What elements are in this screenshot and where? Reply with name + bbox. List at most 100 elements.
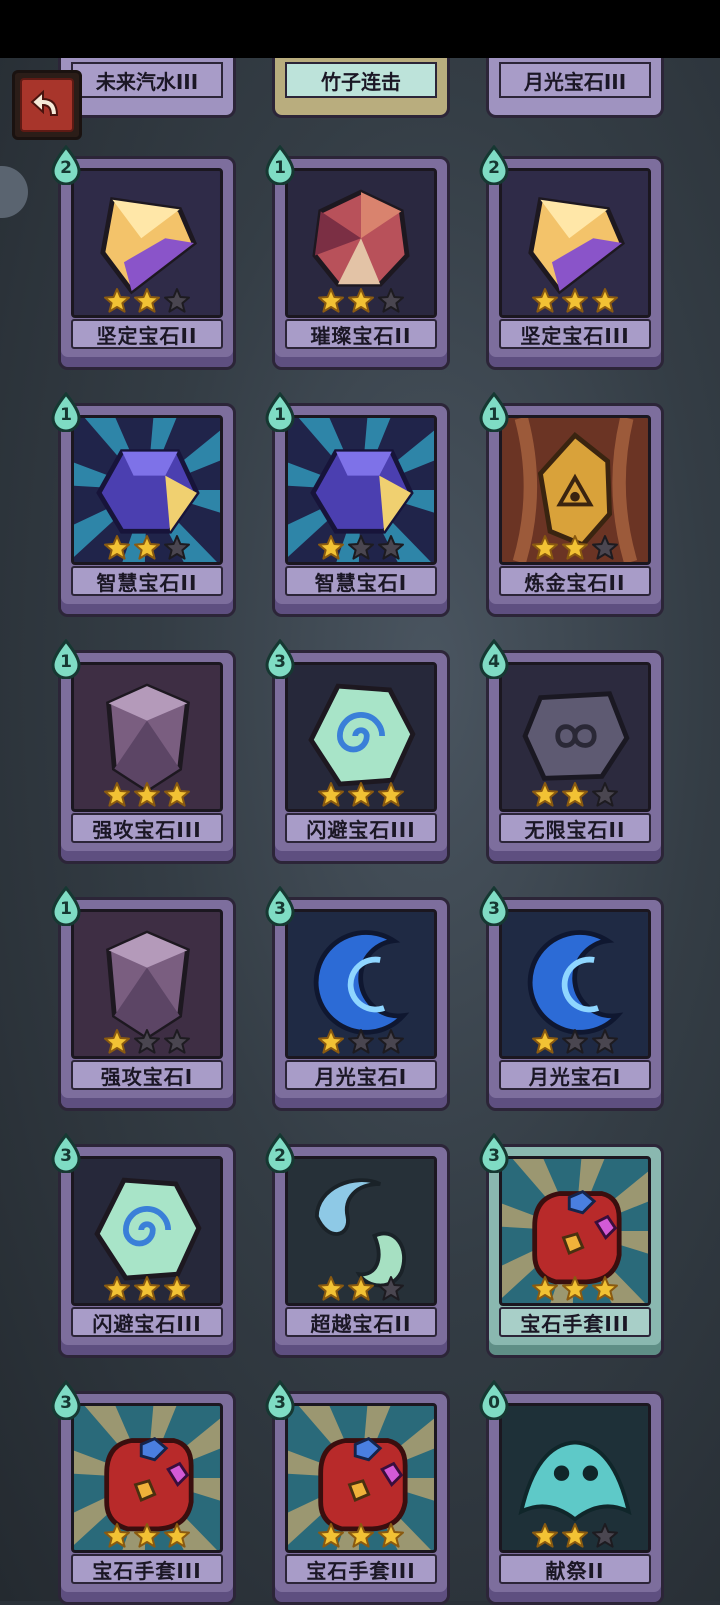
star-icon	[317, 287, 345, 315]
spirit-drop-icon: 1	[49, 638, 83, 680]
back-arrow-icon	[30, 89, 59, 116]
star-icon	[103, 287, 131, 315]
empty-star-icon	[163, 287, 191, 315]
star-rating	[99, 781, 195, 809]
star-icon	[377, 781, 405, 809]
cost-value: 0	[488, 1393, 500, 1413]
gem-card[interactable]: 月光宝石I 3	[479, 885, 664, 1111]
star-rating	[99, 1275, 195, 1303]
card-name: 献祭II	[499, 1554, 651, 1584]
star-rating	[527, 287, 623, 315]
gem-card[interactable]: 无限宝石II 4	[479, 638, 664, 864]
cost-value: 3	[488, 899, 500, 919]
cost-value: 3	[274, 652, 286, 672]
cost-value: 1	[60, 652, 72, 672]
star-icon	[561, 534, 589, 562]
cost-value: 1	[60, 405, 72, 425]
card-name: 超越宝石II	[285, 1307, 437, 1337]
cost-value: 1	[274, 405, 286, 425]
star-icon	[133, 781, 161, 809]
card-name: 强攻宝石III	[71, 813, 223, 843]
star-icon	[531, 534, 559, 562]
card-name: 强攻宝石I	[71, 1060, 223, 1090]
cost-value: 1	[488, 405, 500, 425]
star-icon	[133, 1275, 161, 1303]
empty-star-icon	[561, 1028, 589, 1056]
star-icon	[103, 1275, 131, 1303]
card-name: 智慧宝石II	[71, 566, 223, 596]
spirit-drop-icon: 4	[477, 638, 511, 680]
empty-star-icon	[347, 1028, 375, 1056]
card-name: 宝石手套III	[499, 1307, 651, 1337]
card-name: 宝石手套III	[71, 1554, 223, 1584]
gem-card[interactable]: 宝石手套III 3	[51, 1379, 236, 1605]
card-name: 闪避宝石III	[285, 813, 437, 843]
empty-star-icon	[163, 534, 191, 562]
star-icon	[561, 1275, 589, 1303]
star-icon	[531, 1028, 559, 1056]
card-name: 无限宝石II	[499, 813, 651, 843]
gem-card[interactable]: 炼金宝石II 1	[479, 391, 664, 617]
star-icon	[377, 1522, 405, 1550]
gem-card[interactable]: 宝石手套III 3	[479, 1132, 664, 1358]
star-rating	[313, 534, 409, 562]
card-name: 智慧宝石I	[285, 566, 437, 596]
gem-card[interactable]: 闪避宝石III 3	[51, 1132, 236, 1358]
cost-value: 4	[488, 652, 500, 672]
star-icon	[103, 781, 131, 809]
cost-value: 3	[488, 1146, 500, 1166]
gem-card[interactable]: 坚定宝石II 2	[51, 144, 236, 370]
spirit-drop-icon: 3	[263, 638, 297, 680]
spirit-drop-icon: 3	[263, 1379, 297, 1421]
card-name: 月光宝石I	[285, 1060, 437, 1090]
gem-card[interactable]: 智慧宝石I 1	[265, 391, 450, 617]
spirit-drop-icon: 3	[49, 1379, 83, 1421]
star-rating	[527, 781, 623, 809]
star-rating	[313, 1028, 409, 1056]
gem-card[interactable]: 智慧宝石II 1	[51, 391, 236, 617]
empty-star-icon	[133, 1028, 161, 1056]
star-icon	[591, 287, 619, 315]
gem-card[interactable]: 闪避宝石III 3	[265, 638, 450, 864]
gem-card[interactable]: 宝石手套III 3	[265, 1379, 450, 1605]
star-rating	[313, 1275, 409, 1303]
star-rating	[99, 1028, 195, 1056]
gem-card[interactable]: 超越宝石II 2	[265, 1132, 450, 1358]
cost-value: 3	[274, 899, 286, 919]
spirit-drop-icon: 1	[49, 391, 83, 433]
star-icon	[531, 1522, 559, 1550]
star-rating	[313, 1522, 409, 1550]
star-icon	[531, 1275, 559, 1303]
star-icon	[531, 287, 559, 315]
gem-card[interactable]: 月光宝石I 3	[265, 885, 450, 1111]
empty-star-icon	[347, 534, 375, 562]
spirit-drop-icon: 2	[263, 1132, 297, 1174]
star-icon	[133, 534, 161, 562]
back-button[interactable]	[12, 70, 82, 140]
card-name: 坚定宝石III	[499, 319, 651, 349]
gem-card[interactable]: 坚定宝石III 2	[479, 144, 664, 370]
star-icon	[317, 534, 345, 562]
star-icon	[561, 287, 589, 315]
gem-card[interactable]: 璀璨宝石II 1	[265, 144, 450, 370]
star-icon	[317, 1275, 345, 1303]
spirit-drop-icon: 1	[477, 391, 511, 433]
star-rating	[527, 1028, 623, 1056]
star-icon	[163, 1522, 191, 1550]
star-rating	[527, 1275, 623, 1303]
star-icon	[317, 1522, 345, 1550]
gem-card[interactable]: 强攻宝石I 1	[51, 885, 236, 1111]
star-icon	[561, 781, 589, 809]
star-rating	[99, 534, 195, 562]
star-icon	[347, 781, 375, 809]
star-icon	[591, 1275, 619, 1303]
gem-card[interactable]: 强攻宝石III 1	[51, 638, 236, 864]
star-icon	[103, 1028, 131, 1056]
card-name: 璀璨宝石II	[285, 319, 437, 349]
spirit-drop-icon: 1	[49, 885, 83, 927]
star-rating	[99, 1522, 195, 1550]
empty-star-icon	[163, 1028, 191, 1056]
star-icon	[103, 534, 131, 562]
gem-card[interactable]: 献祭II 0	[479, 1379, 664, 1605]
star-icon	[531, 781, 559, 809]
